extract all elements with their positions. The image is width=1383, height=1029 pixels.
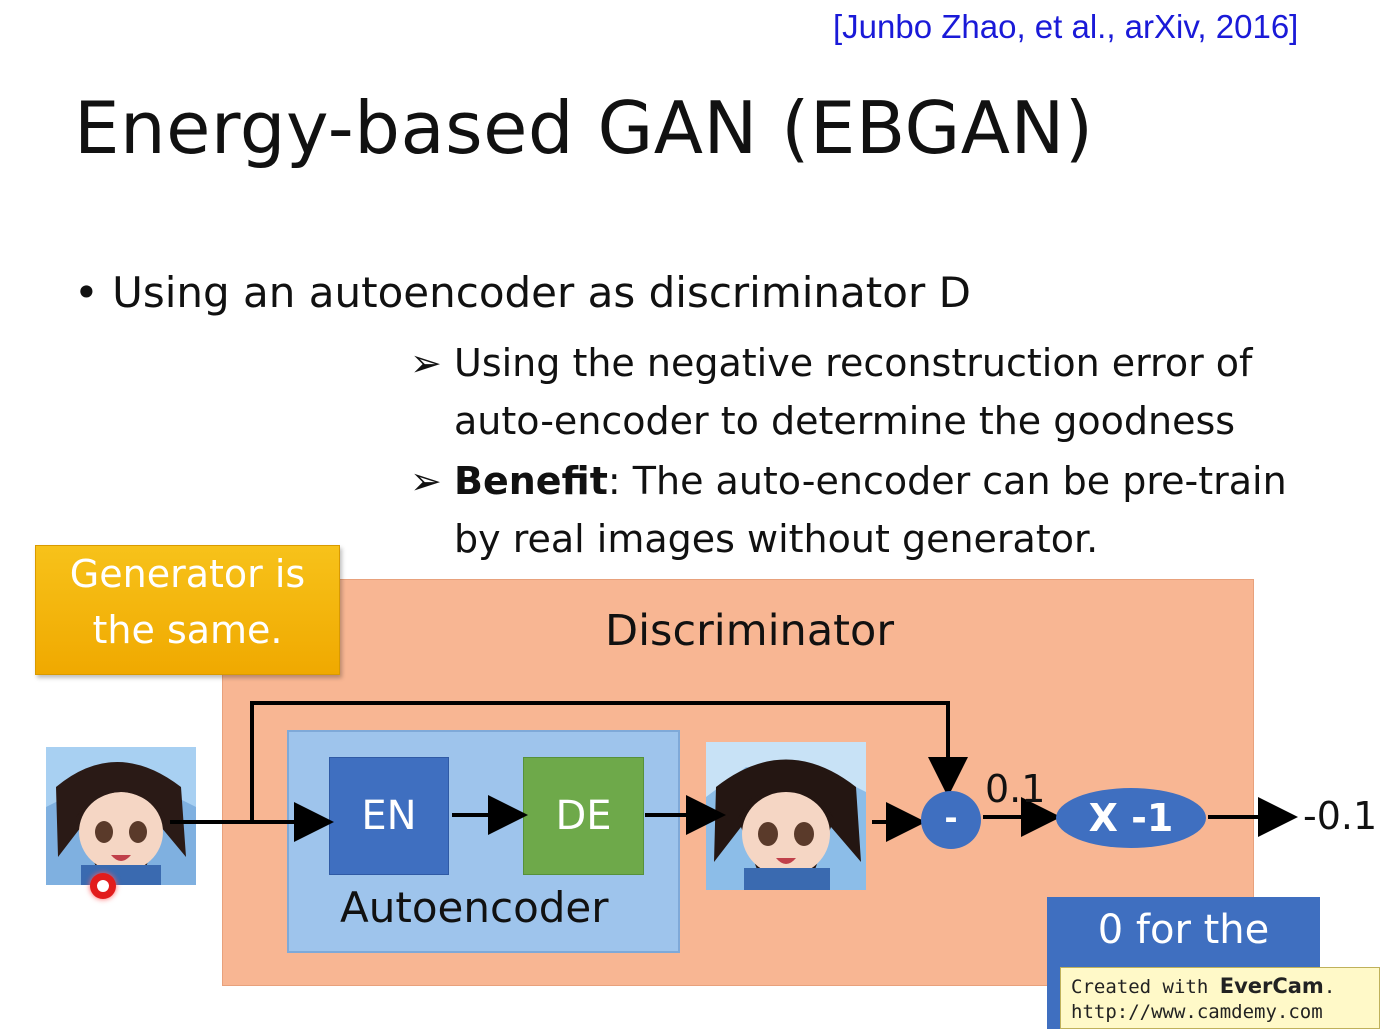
evercam-watermark: Created with EverCam. http://www.camdemy… xyxy=(1060,967,1380,1029)
connector-arrows xyxy=(170,701,1298,842)
generator-note-line1: Generator is xyxy=(69,552,306,596)
watermark-brand: EverCam xyxy=(1219,974,1324,998)
multiply-node: X -1 xyxy=(1056,788,1206,848)
generator-note: Generator is the same. xyxy=(35,545,340,675)
difference-value: 0.1 xyxy=(985,767,1046,811)
subtract-node: - xyxy=(921,791,981,849)
watermark-suffix: . xyxy=(1323,976,1336,998)
watermark-url: http://www.camdemy.com xyxy=(1071,1001,1323,1023)
output-value: -0.1 xyxy=(1303,794,1378,838)
watermark-prefix: Created with xyxy=(1071,976,1220,998)
generator-note-line2: the same. xyxy=(92,608,283,652)
